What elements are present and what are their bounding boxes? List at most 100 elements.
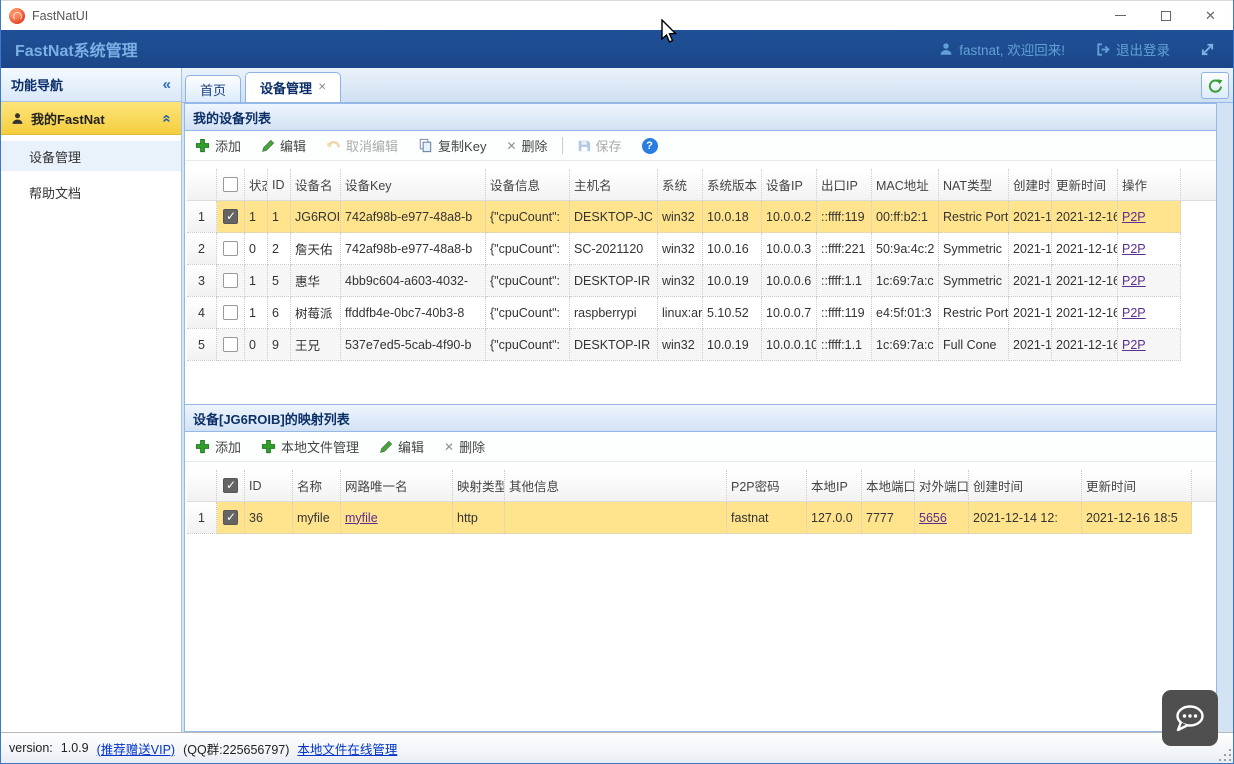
status-bar: version: 1.0.9 (推荐赠送VIP) (QQ群:225656797)… <box>1 732 1233 763</box>
col-header-status[interactable]: 状态 <box>245 169 268 201</box>
col-header-net_name[interactable]: 网路唯一名 <box>341 470 453 502</box>
refresh-icon <box>1207 78 1223 94</box>
col-rownum <box>187 470 217 502</box>
local-file-manage-button[interactable]: 本地文件管理 <box>261 437 359 456</box>
cell-device_ip: 10.0.0.2 <box>762 201 817 233</box>
col-header-name[interactable]: 设备名 <box>291 169 341 201</box>
mapping-row-header: ID名称网路唯一名映射类型其他信息P2P密码本地IP本地端口对外端口创建时间更新… <box>187 470 1216 502</box>
add-mapping-button[interactable]: 添加 <box>195 437 241 456</box>
row-checkbox[interactable] <box>223 241 238 256</box>
minimize-button[interactable] <box>1098 1 1143 30</box>
row-checkbox[interactable] <box>223 305 238 320</box>
local-file-online-link[interactable]: 本地文件在线管理 <box>297 739 397 758</box>
cell-out_ip: ::ffff:1.1 <box>817 265 872 297</box>
fullscreen-icon[interactable] <box>1200 42 1215 57</box>
maximize-button[interactable] <box>1143 1 1188 30</box>
col-header-other[interactable]: 其他信息 <box>505 470 727 502</box>
mapping-panel-title: 设备[JG6ROIB]的映射列表 <box>185 405 1216 432</box>
delete-mapping-button[interactable]: ✕ 删除 <box>444 437 485 456</box>
col-header-nat[interactable]: NAT类型 <box>939 169 1009 201</box>
net_name-link[interactable]: myfile <box>345 511 378 525</box>
col-header-map_type[interactable]: 映射类型 <box>453 470 505 502</box>
cancel-edit-button[interactable]: 取消编辑 <box>326 136 398 155</box>
col-header-device_ip[interactable]: 设备IP <box>762 169 817 201</box>
col-header-host[interactable]: 主机名 <box>570 169 658 201</box>
col-header-mac[interactable]: MAC地址 <box>872 169 939 201</box>
chevron-double-up-icon[interactable]: « <box>158 114 175 122</box>
device-row[interactable]: 509王兄537e7ed5-5cab-4f90-b{"cpuCount":DES… <box>187 329 1181 361</box>
col-header-os[interactable]: 系统 <box>658 169 703 201</box>
accordion-my-fastnat[interactable]: 我的FastNat « <box>1 102 181 135</box>
vip-link[interactable]: (推荐赠送VIP) <box>97 739 175 758</box>
sidebar-item-device-management[interactable]: 设备管理 <box>1 141 181 171</box>
cell-status: 0 <box>245 233 268 265</box>
col-header-updated[interactable]: 更新时间 <box>1082 470 1192 502</box>
col-header-info[interactable]: 设备信息 <box>486 169 570 201</box>
ext_port-link[interactable]: 5656 <box>919 511 947 525</box>
cell-updated: 2021-12-16 <box>1052 233 1118 265</box>
cell-nat: Symmetric <box>939 233 1009 265</box>
device-row[interactable]: 416树莓派ffddfb4e-0bc7-40b3-8{"cpuCount":ra… <box>187 297 1181 329</box>
cell-os: win32 <box>658 233 703 265</box>
help-icon[interactable]: ? <box>642 138 658 154</box>
sidebar-collapse-icon[interactable]: « <box>163 76 171 93</box>
row-checkbox[interactable] <box>223 337 238 352</box>
action-link[interactable]: P2P <box>1122 306 1146 320</box>
action-link[interactable]: P2P <box>1122 210 1146 224</box>
refresh-button[interactable] <box>1201 72 1229 99</box>
col-header-local_ip[interactable]: 本地IP <box>807 470 862 502</box>
col-header-os_ver[interactable]: 系统版本 <box>703 169 762 201</box>
device-row[interactable]: 111JG6ROIB742af98b-e977-48a8-b{"cpuCount… <box>187 201 1181 233</box>
col-header-updated[interactable]: 更新时间 <box>1052 169 1118 201</box>
cell-select <box>217 502 245 534</box>
chat-button[interactable] <box>1162 690 1218 746</box>
col-header-key[interactable]: 设备Key <box>341 169 486 201</box>
user-icon <box>939 42 953 56</box>
save-button[interactable]: 保存 <box>577 136 622 155</box>
col-header-p2p_password[interactable]: P2P密码 <box>727 470 807 502</box>
tab-home[interactable]: 首页 <box>185 75 241 102</box>
mouse-cursor <box>661 19 679 45</box>
col-header-id[interactable]: ID <box>245 470 293 502</box>
cell-select <box>217 329 245 361</box>
edit-mapping-button[interactable]: 编辑 <box>379 437 424 456</box>
col-header-name[interactable]: 名称 <box>293 470 341 502</box>
select-all-checkbox[interactable] <box>223 478 238 493</box>
add-device-button[interactable]: 添加 <box>195 136 241 155</box>
cell-host: DESKTOP-JC <box>570 201 658 233</box>
cell-host: DESKTOP-IR <box>570 265 658 297</box>
copy-key-button[interactable]: 复制Key <box>418 136 486 155</box>
cell-nat: Restric Port <box>939 297 1009 329</box>
device-row[interactable]: 315惠华4bb9c604-a603-4032-{"cpuCount":DESK… <box>187 265 1181 297</box>
tab-close-icon[interactable]: ✕ <box>318 82 326 93</box>
close-button[interactable]: ✕ <box>1188 1 1233 30</box>
cell-out_ip: ::ffff:1.1 <box>817 329 872 361</box>
col-header-local_port[interactable]: 本地端口 <box>862 470 915 502</box>
cell-rownum: 1 <box>187 502 217 534</box>
col-header-created[interactable]: 创建时间 <box>1009 169 1052 201</box>
col-header-out_ip[interactable]: 出口IP <box>817 169 872 201</box>
app-window: FastNatUI ✕ FastNat系统管理 fastnat, 欢迎回来! 退… <box>0 0 1234 764</box>
col-header-created[interactable]: 创建时间 <box>969 470 1082 502</box>
tab-device-management[interactable]: 设备管理 ✕ <box>245 72 341 102</box>
col-header-action[interactable]: 操作 <box>1118 169 1181 201</box>
row-checkbox[interactable] <box>223 209 238 224</box>
resize-grip[interactable] <box>1217 747 1231 761</box>
device-row[interactable]: 202詹天佑742af98b-e977-48a8-b{"cpuCount":SC… <box>187 233 1181 265</box>
cell-other <box>505 502 727 534</box>
row-checkbox[interactable] <box>223 273 238 288</box>
delete-device-button[interactable]: ✕ 删除 <box>506 136 547 155</box>
col-header-ext_port[interactable]: 对外端口 <box>915 470 969 502</box>
sidebar-item-help-docs[interactable]: 帮助文档 <box>1 177 181 207</box>
logout-button[interactable]: 退出登录 <box>1095 39 1170 59</box>
cell-mac: 1c:69:7a:c <box>872 329 939 361</box>
row-checkbox[interactable] <box>223 510 238 525</box>
edit-device-button[interactable]: 编辑 <box>261 136 306 155</box>
action-link[interactable]: P2P <box>1122 338 1146 352</box>
select-all-checkbox[interactable] <box>223 177 238 192</box>
mapping-row[interactable]: 136myfilemyfilehttpfastnat127.0.07777565… <box>187 502 1192 534</box>
cell-updated: 2021-12-16 <box>1052 297 1118 329</box>
action-link[interactable]: P2P <box>1122 274 1146 288</box>
col-header-id[interactable]: ID <box>268 169 291 201</box>
action-link[interactable]: P2P <box>1122 242 1146 256</box>
